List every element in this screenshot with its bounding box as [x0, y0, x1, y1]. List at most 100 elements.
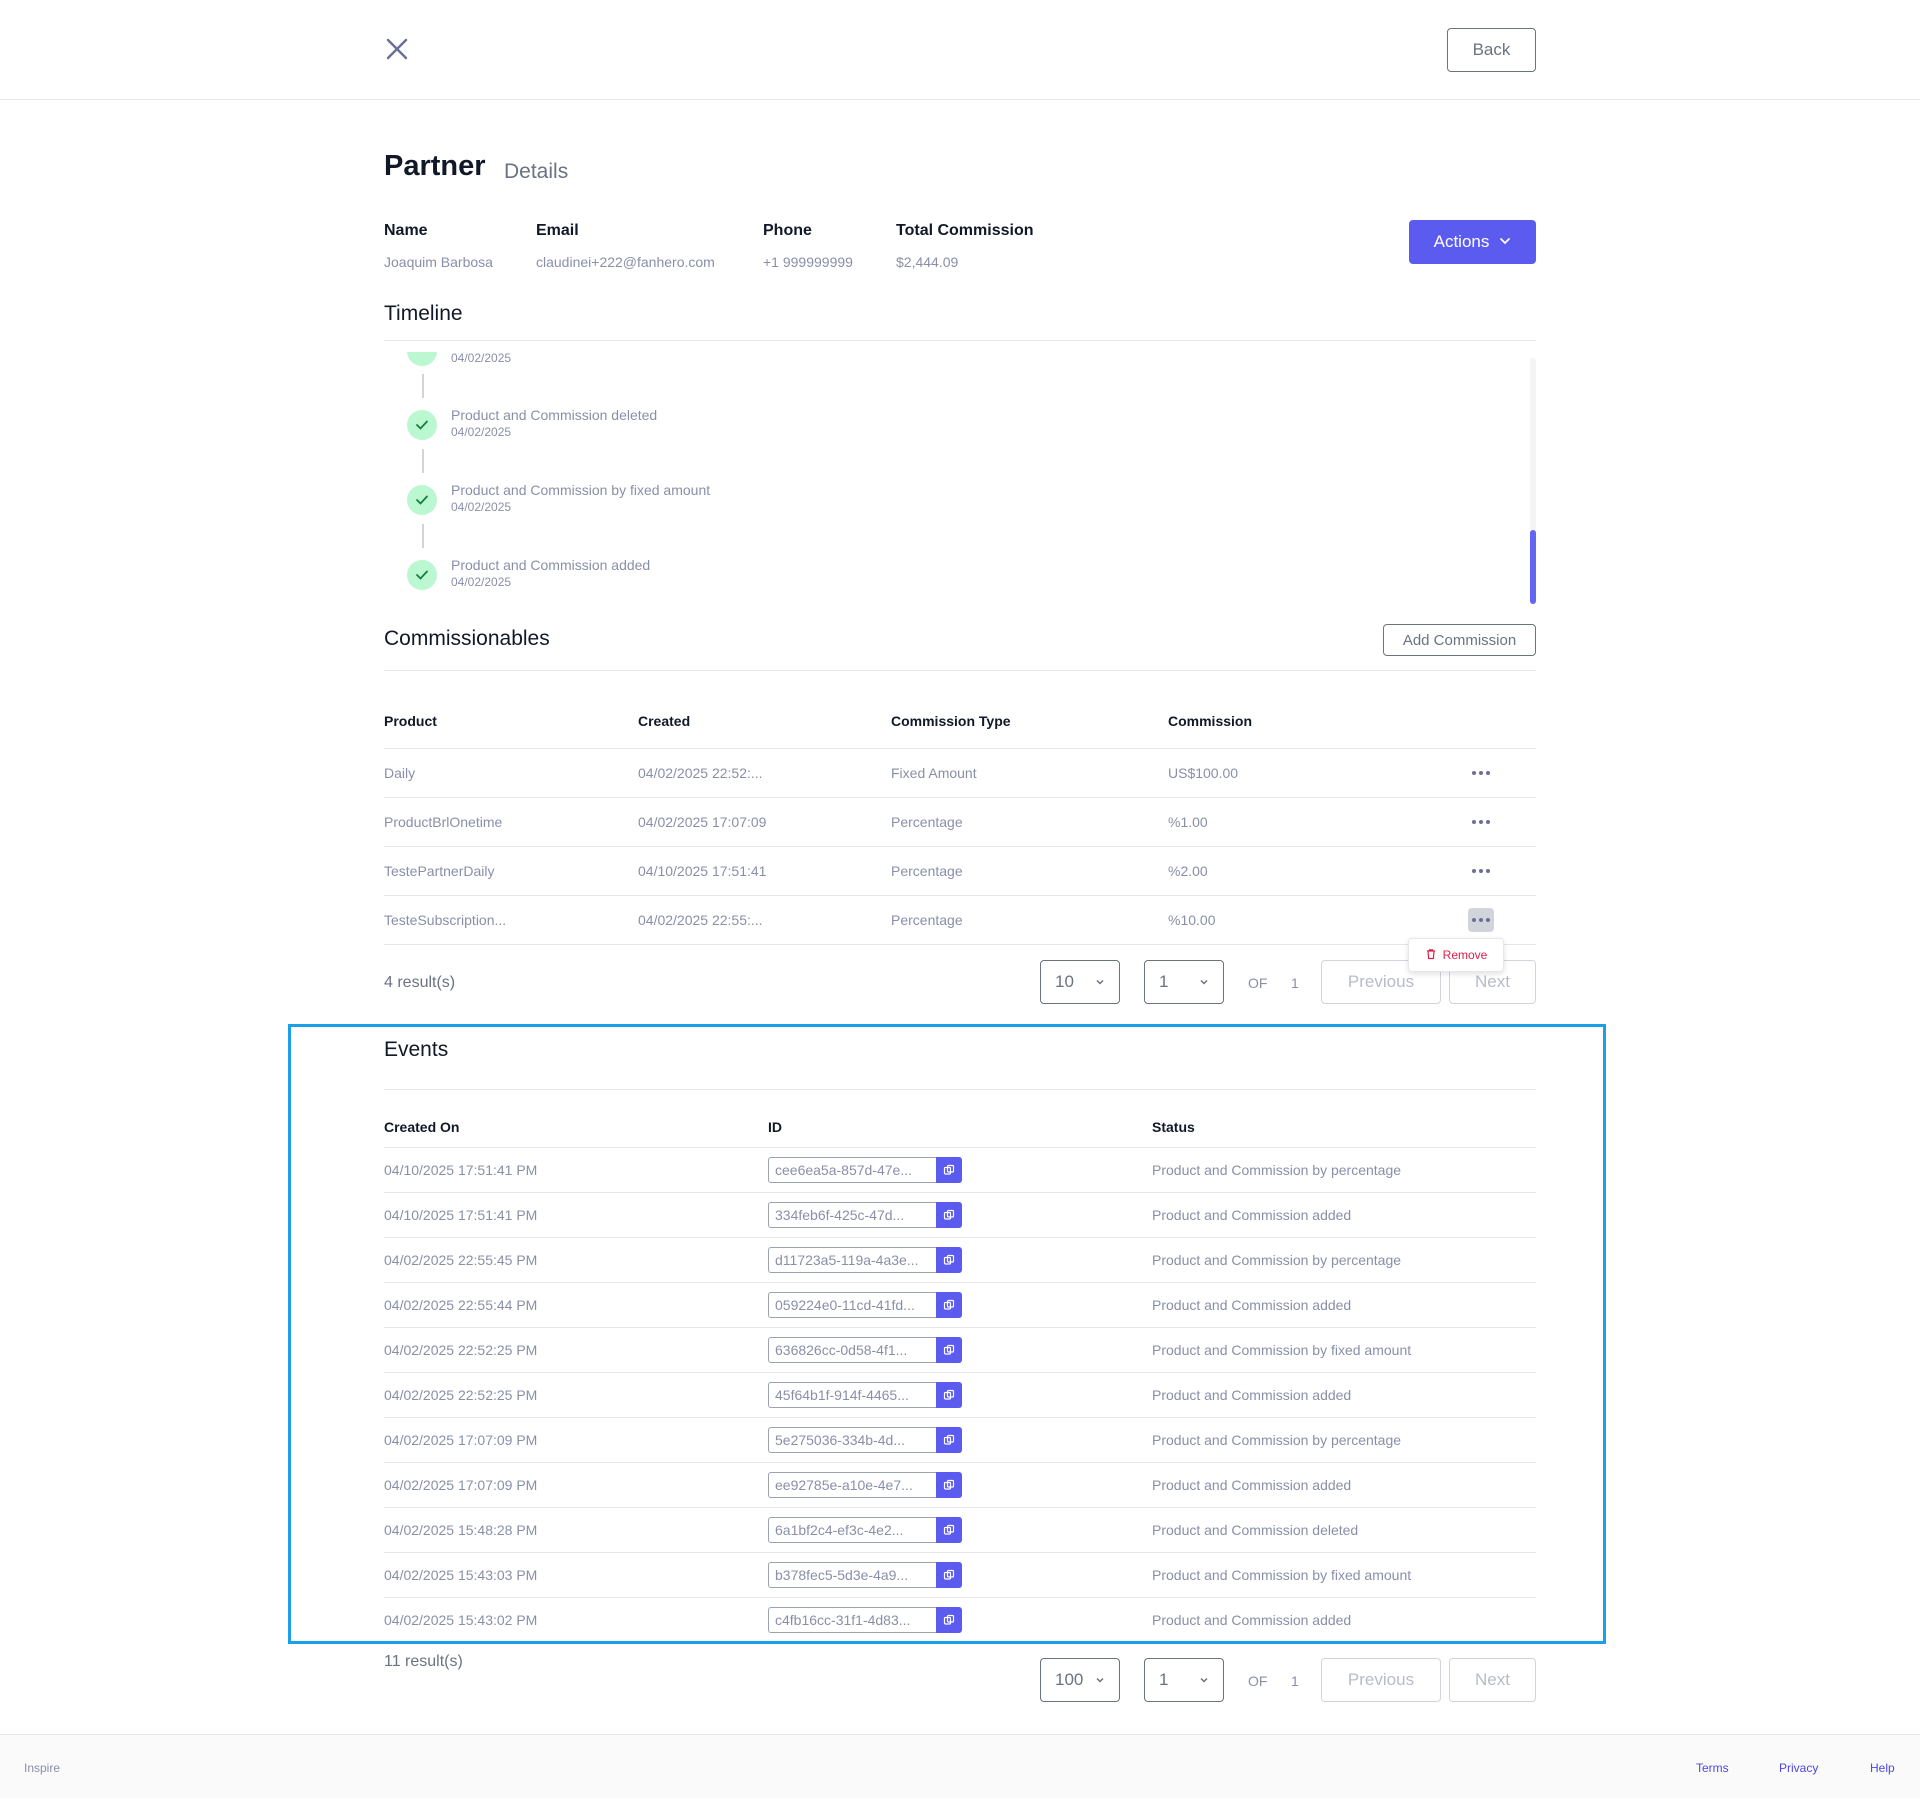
chevron-down-icon	[1199, 1670, 1209, 1690]
copy-icon[interactable]	[936, 1336, 962, 1363]
footer-privacy-link[interactable]: Privacy	[1779, 1761, 1818, 1775]
cell-product: TestePartnerDaily	[384, 862, 495, 879]
footer-terms-link[interactable]: Terms	[1696, 1761, 1729, 1775]
cell-created-on: 04/02/2025 22:55:45 PM	[384, 1251, 538, 1268]
timeline-item: Product and Commission added 04/02/2025	[407, 557, 1007, 600]
id-value: 334feb6f-425c-47d...	[768, 1201, 936, 1228]
table-row: 04/02/2025 17:07:09 PM 5e275036-334b-4d.…	[384, 1417, 1536, 1462]
timeline-connector	[422, 374, 424, 398]
of-label: OF	[1248, 1673, 1268, 1689]
id-field: ee92785e-a10e-4e7...	[768, 1471, 962, 1498]
timeline-divider	[384, 340, 1536, 341]
cell-created: 04/02/2025 22:52:...	[638, 764, 763, 781]
column-header-actions	[1468, 684, 1536, 748]
total-commission-value: $2,444.09	[896, 254, 959, 270]
total-pages: 1	[1291, 975, 1299, 991]
cell-commission: %2.00	[1168, 862, 1208, 879]
page-size-value: 100	[1055, 1670, 1084, 1689]
cell-created: 04/02/2025 22:55:...	[638, 911, 763, 928]
timeline-connector	[422, 449, 424, 473]
copy-icon[interactable]	[936, 1471, 962, 1498]
timeline-scrollbar-thumb[interactable]	[1530, 530, 1536, 604]
chevron-down-icon	[1499, 232, 1511, 252]
phone-label: Phone	[763, 222, 812, 239]
total-commission-label: Total Commission	[896, 222, 1034, 239]
more-horizontal-icon[interactable]	[1468, 907, 1494, 932]
cell-status: Product and Commission added	[1152, 1611, 1352, 1628]
add-commission-button[interactable]: Add Commission	[1383, 624, 1536, 656]
id-value: 6a1bf2c4-ef3c-4e2...	[768, 1516, 936, 1543]
events-previous-button[interactable]: Previous	[1321, 1658, 1441, 1702]
events-page-size-select[interactable]: 100	[1040, 1658, 1120, 1702]
timeline-connector	[422, 524, 424, 548]
page-size-value: 10	[1055, 972, 1074, 991]
more-horizontal-icon[interactable]	[1468, 859, 1494, 883]
copy-icon[interactable]	[936, 1606, 962, 1633]
cell-status: Product and Commission by fixed amount	[1152, 1566, 1412, 1583]
id-field: 636826cc-0d58-4f1...	[768, 1336, 962, 1363]
chevron-down-icon	[1095, 972, 1105, 992]
copy-icon[interactable]	[936, 1516, 962, 1543]
cell-created: 04/10/2025 17:51:41	[638, 862, 767, 879]
remove-menu-item[interactable]: Remove	[1408, 938, 1504, 972]
footer: Inspire Terms Privacy Help	[0, 1734, 1920, 1798]
events-next-button[interactable]: Next	[1449, 1658, 1536, 1702]
id-field: b378fec5-5d3e-4a9...	[768, 1561, 962, 1588]
timeline-item: Product and Commission deleted 04/02/202…	[407, 407, 1007, 450]
email-value: claudinei+222@fanhero.com	[536, 254, 715, 270]
cell-status: Product and Commission deleted	[1152, 1521, 1359, 1538]
commissionables-divider	[384, 670, 1536, 671]
cell-type: Percentage	[891, 813, 963, 830]
cell-product: ProductBrlOnetime	[384, 813, 503, 830]
commissionables-page-select[interactable]: 1	[1144, 960, 1224, 1004]
total-pages: 1	[1291, 1673, 1299, 1689]
cell-product: Daily	[384, 764, 416, 781]
copy-icon[interactable]	[936, 1246, 962, 1273]
timeline-item-date: 04/02/2025	[451, 352, 512, 365]
cell-created-on: 04/02/2025 15:43:03 PM	[384, 1566, 538, 1583]
footer-help-link[interactable]: Help	[1870, 1761, 1895, 1775]
cell-created-on: 04/02/2025 22:52:25 PM	[384, 1386, 538, 1403]
cell-created-on: 04/02/2025 17:07:09 PM	[384, 1431, 538, 1448]
id-field: d11723a5-119a-4a3e...	[768, 1246, 962, 1273]
copy-icon[interactable]	[936, 1291, 962, 1318]
events-page-select[interactable]: 1	[1144, 1658, 1224, 1702]
cell-status: Product and Commission added	[1152, 1476, 1352, 1493]
timeline-list[interactable]: 04/02/2025 Product and Commission delete…	[384, 352, 1536, 604]
table-row: TesteSubscription... 04/02/2025 22:55:..…	[384, 895, 1536, 944]
column-header-product: Product	[384, 712, 437, 729]
name-label: Name	[384, 222, 428, 239]
check-icon	[407, 560, 437, 590]
cell-commission: US$100.00	[1168, 764, 1239, 781]
id-value: 059224e0-11cd-41fd...	[768, 1291, 936, 1318]
trash-icon	[1425, 948, 1437, 963]
cell-type: Percentage	[891, 862, 963, 879]
cell-commission: %1.00	[1168, 813, 1208, 830]
id-value: d11723a5-119a-4a3e...	[768, 1246, 936, 1273]
top-bar: Back	[0, 0, 1920, 100]
copy-icon[interactable]	[936, 1426, 962, 1453]
copy-icon[interactable]	[936, 1156, 962, 1183]
more-horizontal-icon[interactable]	[1468, 810, 1494, 834]
copy-icon[interactable]	[936, 1201, 962, 1228]
id-value: 45f64b1f-914f-4465...	[768, 1381, 936, 1408]
column-header-status: Status	[1152, 1118, 1195, 1135]
cell-created-on: 04/02/2025 17:07:09 PM	[384, 1476, 538, 1493]
id-field: 334feb6f-425c-47d...	[768, 1201, 962, 1228]
timeline-item-text: Product and Commission added	[451, 557, 651, 573]
cell-created: 04/02/2025 17:07:09	[638, 813, 767, 830]
copy-icon[interactable]	[936, 1381, 962, 1408]
check-icon	[407, 352, 437, 366]
commissionables-page-size-select[interactable]: 10	[1040, 960, 1120, 1004]
id-field: 059224e0-11cd-41fd...	[768, 1291, 962, 1318]
column-header-commission-type: Commission Type	[891, 712, 1011, 729]
close-icon[interactable]	[384, 36, 410, 62]
back-button[interactable]: Back	[1447, 28, 1536, 72]
id-value: ee92785e-a10e-4e7...	[768, 1471, 936, 1498]
more-horizontal-icon[interactable]	[1468, 761, 1494, 785]
column-header-id: ID	[768, 1118, 782, 1135]
cell-status: Product and Commission by percentage	[1152, 1431, 1402, 1448]
id-field: cee6ea5a-857d-47e...	[768, 1156, 962, 1183]
copy-icon[interactable]	[936, 1561, 962, 1588]
actions-button[interactable]: Actions	[1409, 220, 1536, 264]
